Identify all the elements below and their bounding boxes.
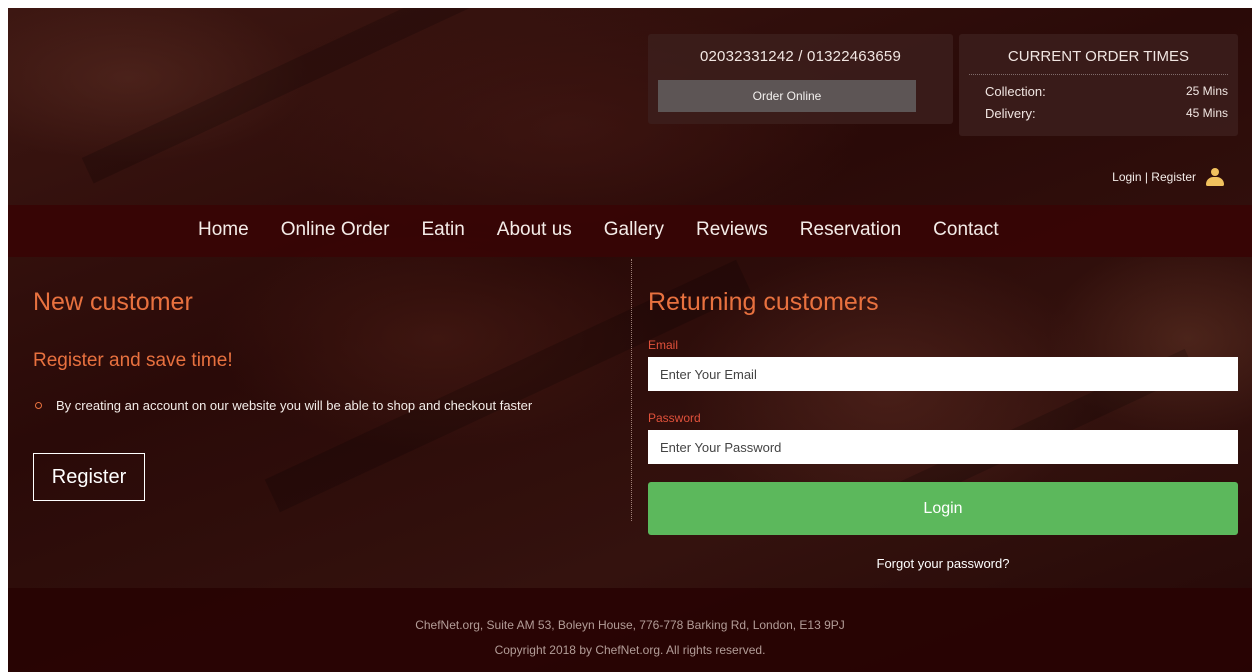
register-subheading: Register and save time! (33, 350, 233, 371)
nav-item-reviews[interactable]: Reviews (696, 219, 768, 241)
order-times-title: CURRENT ORDER TIMES (1007, 48, 1190, 65)
page-background: 02032331242 / 01322463659 Order Online C… (8, 8, 1252, 672)
benefit-list-item: By creating an account on our website yo… (33, 398, 532, 413)
footer-address: ChefNet.org, Suite AM 53, Boleyn House, … (415, 618, 845, 632)
forgot-password-link[interactable]: Forgot your password? (648, 556, 1238, 571)
benefit-text: By creating an account on our website yo… (56, 398, 533, 413)
nav-item-contact[interactable]: Contact (933, 219, 998, 241)
user-icon[interactable] (1206, 168, 1224, 186)
returning-customers-heading: Returning customers (648, 288, 879, 316)
login-register-link[interactable]: Login | Register (1112, 168, 1224, 186)
login-register-label[interactable]: Login | Register (1112, 170, 1196, 184)
nav-item-online-order[interactable]: Online Order (281, 219, 390, 241)
email-input[interactable]: Enter Your Email (648, 357, 1238, 391)
order-times-box: CURRENT ORDER TIMES Collection: 25 Mins … (959, 34, 1238, 136)
footer: ChefNet.org, Suite AM 53, Boleyn House, … (8, 588, 1252, 672)
bullet-icon (35, 402, 42, 409)
nav-item-eatin[interactable]: Eatin (421, 219, 464, 241)
column-divider (631, 259, 632, 521)
collection-time: 25 Mins (1185, 84, 1228, 98)
delivery-label: Delivery: (985, 106, 1036, 121)
background-texture (81, 8, 475, 184)
password-input[interactable]: Enter Your Password (648, 430, 1238, 464)
nav-items: Home Online Order Eatin About us Gallery… (198, 219, 1031, 241)
nav-item-gallery[interactable]: Gallery (604, 219, 664, 241)
email-label: Email (648, 338, 679, 352)
delivery-time: 45 Mins (1185, 106, 1228, 120)
footer-copyright: Copyright 2018 by ChefNet.org. All right… (494, 643, 766, 657)
login-button[interactable]: Login (648, 482, 1238, 535)
order-times-divider (969, 74, 1228, 75)
password-label: Password (648, 411, 701, 425)
contact-box: 02032331242 / 01322463659 Order Online (648, 34, 953, 124)
nav-item-reservation[interactable]: Reservation (800, 219, 901, 241)
order-online-button[interactable]: Order Online (658, 80, 916, 112)
phone-numbers: 02032331242 / 01322463659 (699, 48, 902, 65)
nav-item-about-us[interactable]: About us (497, 219, 572, 241)
nav-item-home[interactable]: Home (198, 219, 249, 241)
collection-label: Collection: (985, 84, 1046, 99)
new-customer-heading: New customer (33, 288, 193, 316)
main-nav: Home Online Order Eatin About us Gallery… (8, 205, 1252, 257)
register-button[interactable]: Register (33, 453, 145, 501)
